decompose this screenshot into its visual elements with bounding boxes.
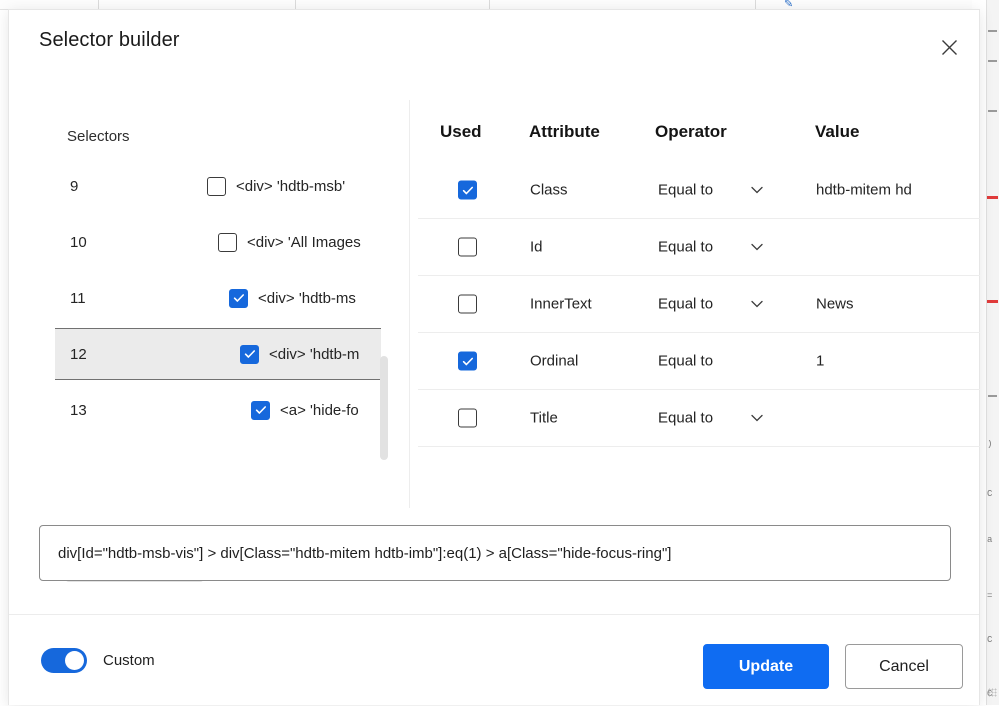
attribute-operator-value[interactable]: Equal to — [658, 239, 713, 256]
selector-row-index: 10 — [70, 233, 87, 251]
selector-row[interactable]: 9 <div> 'hdtb-msb' — [55, 160, 381, 212]
attribute-name: Ordinal — [530, 352, 579, 370]
attribute-operator-value[interactable]: Equal to — [658, 353, 713, 370]
selector-row-label: <a> 'hide-fo — [280, 401, 359, 419]
selector-row-index: 13 — [70, 401, 87, 419]
attribute-row[interactable]: Ordinal Equal to 1 — [418, 333, 980, 390]
attribute-operator-value[interactable]: Equal to — [658, 182, 713, 199]
selector-row-index: 11 — [70, 289, 86, 307]
toggle-knob — [65, 651, 84, 670]
selector-row[interactable]: 12 <div> 'hdtb-m — [55, 328, 381, 380]
selector-row-checkbox[interactable] — [240, 344, 259, 364]
selector-row-index: 9 — [70, 177, 79, 195]
background-editor-minimap[interactable]: ) C a = C C — [986, 0, 999, 705]
attribute-name: Id — [530, 238, 543, 256]
column-header-attribute: Attribute — [529, 122, 600, 141]
selector-row-body: <a> 'hide-fo — [251, 400, 359, 420]
selector-row-body: <div> 'hdtb-ms — [229, 288, 356, 308]
background-tab-separator — [755, 0, 756, 9]
selector-row-checkbox[interactable] — [251, 400, 270, 420]
close-glyph — [941, 39, 957, 55]
attribute-row[interactable]: Title Equal to — [418, 390, 980, 447]
column-header-used: Used — [440, 122, 482, 141]
selectors-header: Selectors — [67, 128, 130, 145]
chevron-down-glyph — [751, 300, 763, 308]
attribute-name: Class — [530, 181, 568, 199]
chevron-down-icon[interactable] — [749, 182, 765, 198]
selector-expression-input[interactable] — [40, 544, 950, 562]
selector-row-checkbox[interactable] — [207, 176, 226, 196]
dialog-footer: Custom Update Cancel — [9, 615, 979, 706]
selector-row-body: <div> 'All Images — [218, 232, 361, 252]
chevron-down-icon[interactable] — [749, 410, 765, 426]
selector-row-checkbox[interactable] — [218, 232, 237, 252]
custom-toggle-group: Custom — [41, 648, 155, 673]
attribute-name: InnerText — [530, 295, 592, 313]
close-icon[interactable] — [927, 25, 971, 69]
checkmark-icon — [233, 294, 244, 302]
selector-builder-dialog: Selector builder Selectors 9 <div> 'hdtb-… — [8, 9, 980, 705]
attribute-used-checkbox[interactable] — [458, 408, 477, 428]
chevron-down-icon[interactable] — [749, 239, 765, 255]
checkmark-icon — [255, 406, 266, 414]
attribute-operator-value[interactable]: Equal to — [658, 296, 713, 313]
attribute-name: Title — [530, 409, 558, 427]
selector-expression-field[interactable] — [39, 525, 951, 581]
chevron-down-icon[interactable] — [749, 296, 765, 312]
selectors-vertical-scrollbar[interactable] — [380, 356, 388, 460]
selector-row-label: <div> 'hdtb-ms — [258, 289, 356, 307]
attribute-used-checkbox[interactable] — [458, 294, 477, 314]
chevron-down-glyph — [751, 243, 763, 251]
checkmark-icon — [244, 350, 255, 358]
attribute-value[interactable]: News — [816, 296, 966, 313]
attribute-row[interactable]: Id Equal to — [418, 219, 980, 276]
attribute-value[interactable]: hdtb-mitem hd — [816, 182, 966, 199]
selector-row-label: <div> 'hdtb-m — [269, 345, 360, 363]
column-header-value: Value — [815, 122, 860, 141]
checkmark-icon — [462, 357, 473, 365]
background-tab-separator — [295, 0, 296, 9]
selector-row-label: <div> 'All Images — [247, 233, 361, 251]
checkmark-icon — [462, 186, 473, 194]
chevron-down-glyph — [751, 414, 763, 422]
attribute-row[interactable]: InnerText Equal to News — [418, 276, 980, 333]
attribute-used-checkbox[interactable] — [458, 237, 477, 257]
selector-row-checkbox[interactable] — [229, 288, 248, 308]
attribute-row[interactable]: Class Equal to hdtb-mitem hd — [418, 162, 980, 219]
update-button[interactable]: Update — [703, 644, 829, 689]
selector-row-label: <div> 'hdtb-msb' — [236, 177, 346, 195]
column-header-operator: Operator — [655, 122, 727, 141]
chevron-down-glyph — [751, 186, 763, 194]
attribute-used-checkbox[interactable] — [458, 180, 477, 200]
background-pen-icon: ✎ — [784, 0, 794, 9]
selector-row[interactable]: 13 <a> 'hide-fo — [55, 384, 381, 436]
selector-row[interactable]: 10 <div> 'All Images — [55, 216, 381, 268]
selectors-panel: Selectors 9 <div> 'hdtb-msb' 10 <div> 'All … — [9, 98, 409, 582]
dialog-title: Selector builder — [39, 29, 180, 51]
attribute-used-checkbox[interactable] — [458, 351, 477, 371]
custom-toggle-label: Custom — [103, 652, 155, 669]
cancel-button[interactable]: Cancel — [845, 644, 963, 689]
panel-divider — [409, 100, 410, 508]
selector-row-body: <div> 'hdtb-m — [240, 344, 360, 364]
custom-toggle[interactable] — [41, 648, 87, 673]
attribute-operator-value[interactable]: Equal to — [658, 410, 713, 427]
attribute-value[interactable]: 1 — [816, 353, 966, 370]
attributes-panel: Used Attribute Operator Value Class Equal… — [418, 98, 980, 508]
selector-row[interactable]: 11 <div> 'hdtb-ms — [55, 272, 381, 324]
background-tab-separator — [489, 0, 490, 9]
background-tab-separator — [98, 0, 99, 9]
background-resize-grip — [988, 688, 997, 697]
selector-row-body: <div> 'hdtb-msb' — [207, 176, 346, 196]
selectors-list[interactable]: 9 <div> 'hdtb-msb' 10 <div> 'All Images 11 <d… — [55, 160, 389, 498]
selector-row-index: 12 — [70, 345, 87, 363]
